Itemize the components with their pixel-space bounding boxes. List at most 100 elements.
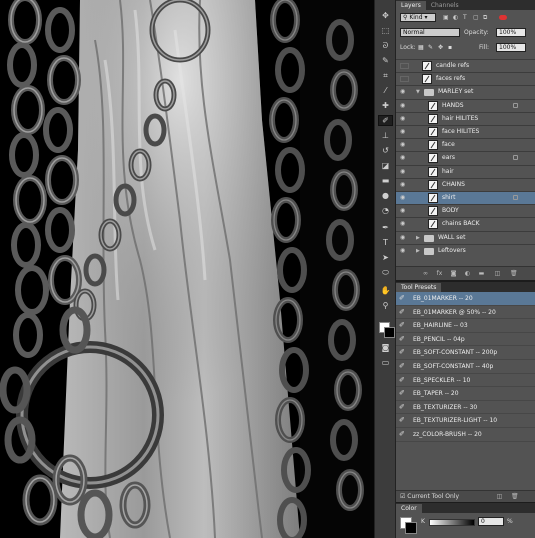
preset-item[interactable]: ✐ EB_TEXTURIZER-LIGHT -- 10	[396, 414, 535, 428]
dodge-icon[interactable]: ◔	[378, 205, 393, 216]
trash-icon[interactable]: 🗑	[510, 271, 518, 277]
background-swatch[interactable]	[405, 522, 417, 534]
eye-icon[interactable]: ◉	[400, 208, 409, 214]
preset-item[interactable]: ✐ EB_SOFT-CONSTANT -- 40p	[396, 360, 535, 374]
eye-icon[interactable]: ◉	[400, 221, 409, 227]
path-select-icon[interactable]: ➤	[378, 252, 393, 263]
layer-row[interactable]: ◉ shirt	[396, 191, 535, 204]
layer-row[interactable]: ◉ ▶ Leftovers	[396, 243, 535, 257]
eraser-icon[interactable]: ◪	[378, 160, 393, 171]
quick-mask-icon[interactable]: ◙	[378, 342, 393, 353]
eye-icon[interactable]: ◉	[400, 102, 409, 109]
fill-input[interactable]: 100%	[496, 43, 526, 52]
history-brush-icon[interactable]: ↺	[378, 145, 393, 156]
background-color-swatch[interactable]	[384, 327, 395, 338]
eye-icon[interactable]: ◉	[400, 115, 409, 122]
trash-icon[interactable]: 🗑	[511, 494, 519, 500]
new-preset-icon[interactable]: ◫	[496, 494, 503, 500]
tab-color[interactable]: Color	[396, 504, 422, 513]
blur-icon[interactable]: ●	[378, 190, 393, 201]
visibility-off-icon[interactable]	[400, 63, 409, 69]
tab-layers[interactable]: Layers	[396, 1, 426, 10]
eye-icon[interactable]: ◉	[400, 168, 409, 175]
filter-pixel-icon[interactable]: ▣	[443, 14, 449, 21]
lock-transparency-icon[interactable]: ▦	[418, 44, 424, 51]
current-tool-only-checkbox[interactable]: ☑ Current Tool Only	[400, 493, 459, 500]
lasso-icon[interactable]: ᘐ	[378, 40, 393, 51]
chevron-right-icon[interactable]: ▶	[416, 235, 420, 241]
layer-row[interactable]: ◉ ears	[396, 151, 535, 164]
preset-item[interactable]: ✐ EB_HAIRLINE -- 03	[396, 319, 535, 333]
layer-row[interactable]: ◉ BODY	[396, 204, 535, 217]
blend-mode-dropdown[interactable]: Normal	[400, 28, 460, 37]
layer-row[interactable]: ◉ face HILITES	[396, 125, 535, 138]
hand-icon[interactable]: ✋	[378, 285, 393, 296]
preset-item[interactable]: ✐ EB_01MARKER @ 50% -- 20	[396, 306, 535, 320]
eye-icon[interactable]: ◉	[400, 142, 409, 148]
fx-button[interactable]: fx	[436, 271, 443, 277]
opacity-input[interactable]: 100%	[496, 28, 526, 37]
k-slider[interactable]	[429, 519, 475, 526]
eye-icon[interactable]: ◉	[400, 195, 409, 201]
filter-kind-dropdown[interactable]: ⚲ Kind ▾	[400, 13, 436, 22]
new-layer-icon[interactable]: ◫	[494, 271, 501, 277]
preset-item[interactable]: ✐ EB_TEXTURIZER -- 30	[396, 401, 535, 415]
clone-stamp-icon[interactable]: ⊥	[378, 130, 393, 141]
canvas-artwork[interactable]	[0, 0, 374, 538]
group-icon[interactable]: ▬	[478, 271, 485, 277]
healing-icon[interactable]: ✚	[378, 100, 393, 111]
gradient-icon[interactable]: ▬	[378, 175, 393, 186]
preset-item[interactable]: ✐ zz_COLOR-BRUSH -- 20	[396, 428, 535, 442]
layer-row[interactable]: ◉ hair HILITES	[396, 111, 535, 125]
screen-mode-icon[interactable]: ▭	[378, 357, 393, 368]
layer-row[interactable]: candle refs	[396, 59, 535, 72]
visibility-off-icon[interactable]	[400, 76, 409, 83]
filter-toggle-icon[interactable]	[499, 15, 507, 20]
layer-row[interactable]: ◉ chains BACK	[396, 217, 535, 230]
zoom-icon[interactable]: ⚲	[378, 300, 393, 311]
lock-all-icon[interactable]: ▪	[448, 44, 452, 51]
filter-type-icon[interactable]: T	[463, 14, 467, 21]
preset-item[interactable]: ✐ EB_TAPER -- 20	[396, 387, 535, 401]
eye-icon[interactable]: ◉	[400, 181, 409, 188]
eye-icon[interactable]: ◉	[400, 129, 409, 135]
mask-icon[interactable]: ◙	[450, 271, 457, 277]
shape-icon[interactable]: ⬭	[378, 267, 393, 278]
preset-item[interactable]: ✐ EB_SPECKLER -- 10	[396, 374, 535, 388]
eye-icon[interactable]: ◉	[400, 234, 409, 241]
lock-position-icon[interactable]: ✥	[438, 44, 443, 51]
eyedropper-icon[interactable]: ⁄	[378, 85, 393, 96]
layer-row[interactable]: ◉ face	[396, 138, 535, 151]
chevron-down-icon[interactable]: ▼	[416, 89, 420, 95]
filter-smart-icon[interactable]: ⧉	[483, 14, 487, 22]
type-icon[interactable]: T	[378, 237, 393, 248]
lock-pixels-icon[interactable]: ✎	[428, 44, 433, 51]
move-icon[interactable]: ✥	[378, 10, 393, 21]
filter-shape-icon[interactable]: ▢	[473, 14, 479, 21]
chevron-right-icon[interactable]: ▶	[416, 248, 420, 254]
layer-row[interactable]: ◉ HANDS	[396, 98, 535, 112]
preset-item[interactable]: ✐ EB_PENCIL -- 04p	[396, 333, 535, 347]
k-value-input[interactable]: 0	[478, 517, 504, 526]
layer-row[interactable]: ◉ hair	[396, 164, 535, 178]
brush-icon[interactable]: ✐	[378, 115, 393, 126]
filter-adjustment-icon[interactable]: ◐	[453, 14, 458, 21]
link-icon[interactable]: ∞	[422, 271, 429, 277]
layer-row[interactable]: ◉ CHAINS	[396, 177, 535, 191]
adjustment-icon[interactable]: ◐	[464, 271, 471, 277]
layer-row[interactable]: faces refs	[396, 72, 535, 85]
preset-item[interactable]: ✐ EB_01MARKER -- 20	[396, 292, 535, 306]
layer-row[interactable]: ◉ ▼ MARLEY set	[396, 85, 535, 98]
crop-icon[interactable]: ⌗	[378, 70, 393, 81]
eye-icon[interactable]: ◉	[400, 247, 409, 254]
preset-item[interactable]: ✐ EB_SOFT-CONSTANT -- 200p	[396, 346, 535, 360]
tab-tool-presets[interactable]: Tool Presets	[396, 283, 442, 292]
tab-channels[interactable]: Channels	[426, 1, 464, 10]
eye-icon[interactable]: ◉	[400, 89, 409, 95]
pen-icon[interactable]: ✒	[378, 222, 393, 233]
marquee-icon[interactable]: ⬚	[378, 25, 393, 36]
eye-icon[interactable]: ◉	[400, 155, 409, 161]
quick-select-icon[interactable]: ✎	[378, 55, 393, 66]
preset-name: EB_SOFT-CONSTANT -- 40p	[413, 363, 494, 370]
layer-row[interactable]: ◉ ▶ WALL set	[396, 230, 535, 244]
